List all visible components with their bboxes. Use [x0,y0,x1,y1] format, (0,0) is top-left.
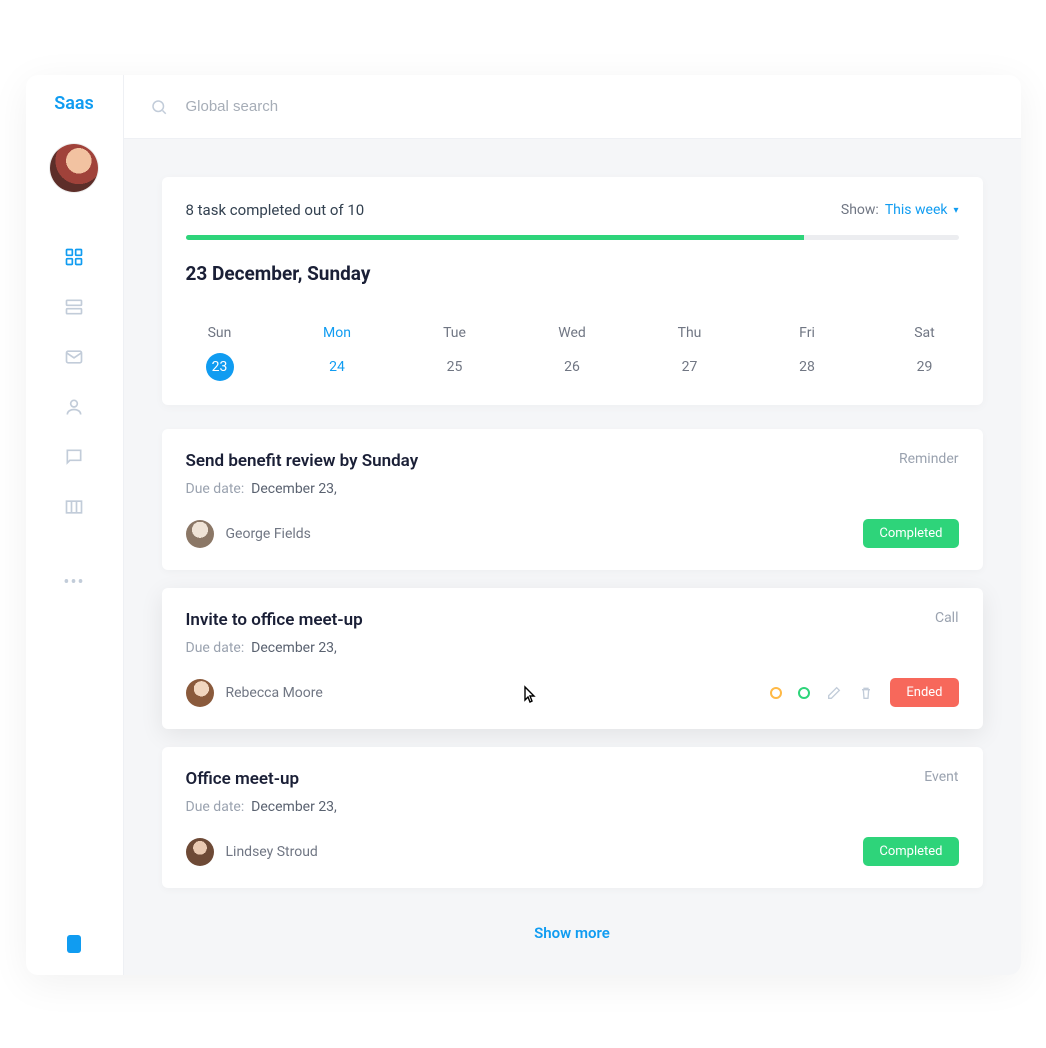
show-label: Show: [841,202,879,218]
day-num: 26 [558,353,586,381]
nav-dashboard[interactable] [63,246,85,268]
task-actions: Ended [770,678,958,707]
assignee: Rebecca Moore [186,679,323,707]
status-badge: Completed [863,837,958,866]
app-window: Saas ••• 8 task [26,75,1021,975]
task-tag: Reminder [899,451,959,467]
trash-icon[interactable] [858,685,874,701]
day-num: 27 [676,353,704,381]
overview-card: 8 task completed out of 10 Show: This we… [162,177,983,405]
day-num: 24 [323,353,351,381]
task-due: Due date: December 23, [186,481,959,497]
task-card[interactable]: Invite to office meet-up Call Due date: … [162,588,983,729]
task-card[interactable]: Send benefit review by Sunday Reminder D… [162,429,983,570]
main: 8 task completed out of 10 Show: This we… [124,75,1021,975]
day-num: 29 [911,353,939,381]
show-value: This week [885,202,948,218]
nav-columns[interactable] [63,496,85,518]
assignee-avatar [186,679,214,707]
task-title: Office meet-up [186,769,300,789]
task-tag: Call [935,610,959,626]
search-input[interactable] [186,98,995,115]
assignee-avatar [186,520,214,548]
task-title: Invite to office meet-up [186,610,363,630]
date-heading: 23 December, Sunday [186,262,959,285]
show-filter[interactable]: Show: This week ▾ [841,202,959,218]
week-row: Sun 23 Mon 24 Tue 25 Wed 26 [186,325,959,405]
day-sat[interactable]: Sat 29 [895,325,955,381]
day-thu[interactable]: Thu 27 [660,325,720,381]
day-fri[interactable]: Fri 28 [777,325,837,381]
assignee-name: George Fields [226,526,311,542]
day-label: Sat [914,325,935,341]
user-icon [64,397,84,417]
day-label: Wed [558,325,586,341]
logo: Saas [54,93,94,114]
day-num: 23 [206,353,234,381]
day-label: Fri [799,325,815,341]
task-due: Due date: December 23, [186,640,959,656]
day-num: 28 [793,353,821,381]
day-wed[interactable]: Wed 26 [542,325,602,381]
nav-list[interactable] [63,296,85,318]
nav-more[interactable]: ••• [63,572,84,593]
assignee-avatar [186,838,214,866]
user-avatar[interactable] [50,144,98,192]
assignee: Lindsey Stroud [186,838,318,866]
status-badge: Ended [890,678,958,707]
assignee-name: Rebecca Moore [226,685,323,701]
nav-chat[interactable] [63,446,85,468]
server-icon [64,297,84,317]
progress-bar [186,235,959,240]
show-more-button[interactable]: Show more [162,906,983,948]
day-label: Mon [323,325,351,341]
status-ring-orange[interactable] [770,687,782,699]
task-list: Send benefit review by Sunday Reminder D… [162,429,983,948]
task-title: Send benefit review by Sunday [186,451,419,471]
progress-fill [186,235,804,240]
dashboard-icon [64,247,84,267]
task-due: Due date: December 23, [186,799,959,815]
task-card[interactable]: Office meet-up Event Due date: December … [162,747,983,888]
bottom-indicator [67,935,81,953]
edit-icon[interactable] [826,685,842,701]
nav-mail[interactable] [63,346,85,368]
progress-text: 8 task completed out of 10 [186,201,365,219]
columns-icon [64,497,84,517]
chat-icon [64,447,84,467]
day-mon[interactable]: Mon 24 [307,325,367,381]
chevron-down-icon: ▾ [953,205,958,216]
mail-icon [64,347,84,367]
search-icon [150,98,168,116]
sidebar: Saas ••• [26,75,124,975]
topbar [124,75,1021,139]
day-sun[interactable]: Sun 23 [190,325,250,381]
day-label: Tue [443,325,466,341]
day-label: Sun [208,325,232,341]
nav-user[interactable] [63,396,85,418]
status-ring-green[interactable] [798,687,810,699]
task-tag: Event [924,769,958,785]
day-tue[interactable]: Tue 25 [425,325,485,381]
assignee: George Fields [186,520,311,548]
status-badge: Completed [863,519,958,548]
day-label: Thu [678,325,702,341]
assignee-name: Lindsey Stroud [226,844,318,860]
content: 8 task completed out of 10 Show: This we… [124,139,1021,975]
day-num: 25 [441,353,469,381]
